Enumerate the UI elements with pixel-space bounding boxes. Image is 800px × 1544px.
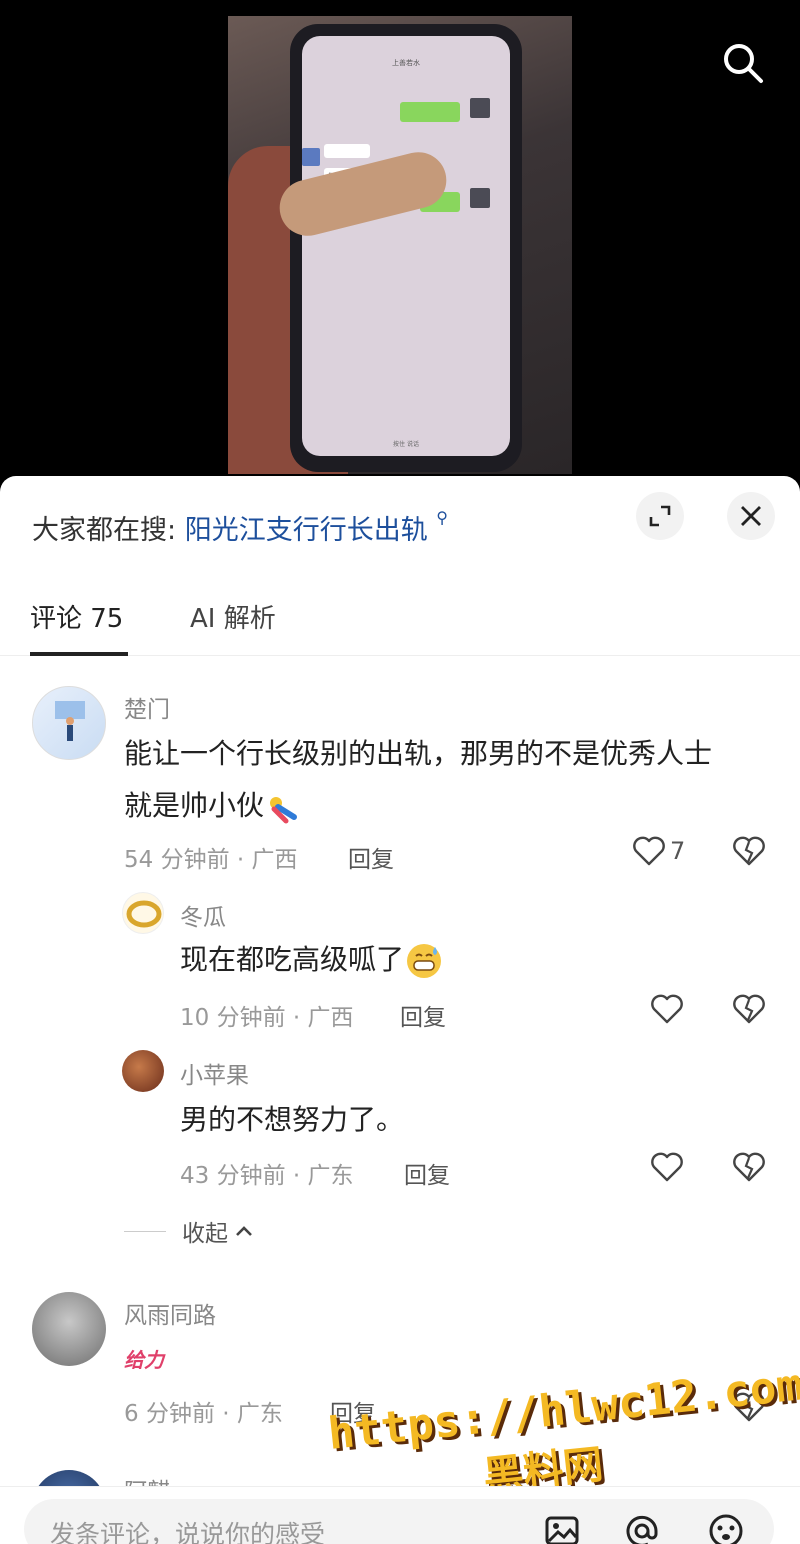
broken-heart-icon (733, 1152, 765, 1182)
comment-username[interactable]: 风雨同路 (124, 1296, 216, 1330)
broken-heart-icon (733, 836, 765, 866)
collapse-label: 收起 (182, 1221, 228, 1247)
comment-panel: 大家都在搜: 阳光江支行行长出轨 ⚲ 评论 75 AI 解析 楚门 能让一个行长… (0, 476, 800, 1544)
mention-icon[interactable] (620, 1509, 664, 1544)
comment-input-bar: 发条评论，说说你的感受 (0, 1486, 800, 1544)
comment-tabs: 评论 75 AI 解析 (0, 580, 800, 656)
avatar[interactable] (32, 686, 106, 760)
chevron-up-icon (236, 1226, 252, 1236)
like-button[interactable]: 7 (632, 836, 685, 866)
phone-in-video: 上善若水 你老婆出去啊，睡电视。 按住 说话 (290, 24, 522, 472)
heart-icon (651, 994, 683, 1024)
comment-meta: 6 分钟前 · 广东 (124, 1401, 283, 1427)
chat-title: 上善若水 (392, 59, 420, 67)
expand-icon (649, 505, 671, 527)
running-emoji-icon (264, 792, 300, 824)
reply-username[interactable]: 小苹果 (180, 1056, 249, 1090)
comment-username[interactable]: 楚门 (124, 690, 170, 724)
tab-ai-analysis[interactable]: AI 解析 (190, 598, 276, 635)
reply-button[interactable]: 回复 (404, 1156, 450, 1190)
heart-icon (651, 1152, 683, 1182)
sticker-text: 给力 (124, 1348, 164, 1372)
grin-sweat-emoji-icon (404, 941, 444, 981)
trending-search-prefix: 大家都在搜: (32, 515, 177, 546)
like-button[interactable] (650, 994, 684, 1024)
avatar[interactable] (32, 1292, 106, 1366)
reply-button[interactable]: 回复 (400, 998, 446, 1032)
like-count: 7 (670, 837, 686, 865)
close-button[interactable] (727, 492, 775, 540)
heart-icon (633, 836, 665, 866)
reply-text: 男的不想努力了。 (180, 1103, 405, 1136)
trending-search[interactable]: 大家都在搜: 阳光江支行行长出轨 ⚲ (32, 508, 448, 547)
reply-meta: 43 分钟前 · 广东 (180, 1163, 354, 1189)
search-small-icon: ⚲ (436, 508, 449, 527)
tab-underline (30, 652, 128, 656)
comment-meta: 54 分钟前 · 广西 (124, 847, 298, 873)
collapse-replies-button[interactable]: 收起 (124, 1214, 254, 1248)
reply-meta: 10 分钟前 · 广西 (180, 1005, 354, 1031)
video-player[interactable]: 上善若水 你老婆出去啊，睡电视。 按住 说话 (0, 0, 800, 480)
reply-username[interactable]: 冬瓜 (180, 898, 226, 932)
reply-button[interactable]: 回复 (348, 840, 394, 874)
avatar[interactable] (122, 1050, 164, 1092)
chat-bubble-voice (400, 102, 460, 122)
comment-input-placeholder: 发条评论，说说你的感受 (50, 1520, 326, 1544)
chat-avatar-left (302, 148, 320, 166)
broken-heart-icon (733, 994, 765, 1024)
chat-avatar-2 (470, 188, 490, 208)
video-frame: 上善若水 你老婆出去啊，睡电视。 按住 说话 (228, 16, 572, 474)
comment-input[interactable]: 发条评论，说说你的感受 (24, 1499, 774, 1544)
dislike-button[interactable] (732, 836, 766, 870)
comment-text-line2: 就是帅小伙 (124, 782, 300, 830)
emoji-icon[interactable] (704, 1509, 748, 1544)
dislike-button[interactable] (732, 1152, 766, 1186)
tab-comments[interactable]: 评论 75 (30, 598, 123, 635)
divider (124, 1230, 166, 1232)
chat-footer: 按住 说话 (393, 441, 419, 448)
chat-bubble-voice-left (324, 144, 370, 158)
avatar[interactable] (122, 892, 164, 934)
search-icon[interactable] (718, 38, 768, 88)
expand-button[interactable] (636, 492, 684, 540)
close-icon (741, 506, 761, 526)
reply-text: 现在都吃高级呱了 (180, 936, 444, 984)
like-button[interactable] (650, 1152, 684, 1182)
phone-screen: 上善若水 你老婆出去啊，睡电视。 按住 说话 (302, 36, 510, 456)
trending-search-keyword[interactable]: 阳光江支行行长出轨 (185, 515, 428, 546)
dislike-button[interactable] (732, 994, 766, 1028)
image-icon[interactable] (540, 1509, 584, 1544)
chat-avatar (470, 98, 490, 118)
comment-text: 能让一个行长级别的出轨，那男的不是优秀人士 (124, 737, 713, 770)
